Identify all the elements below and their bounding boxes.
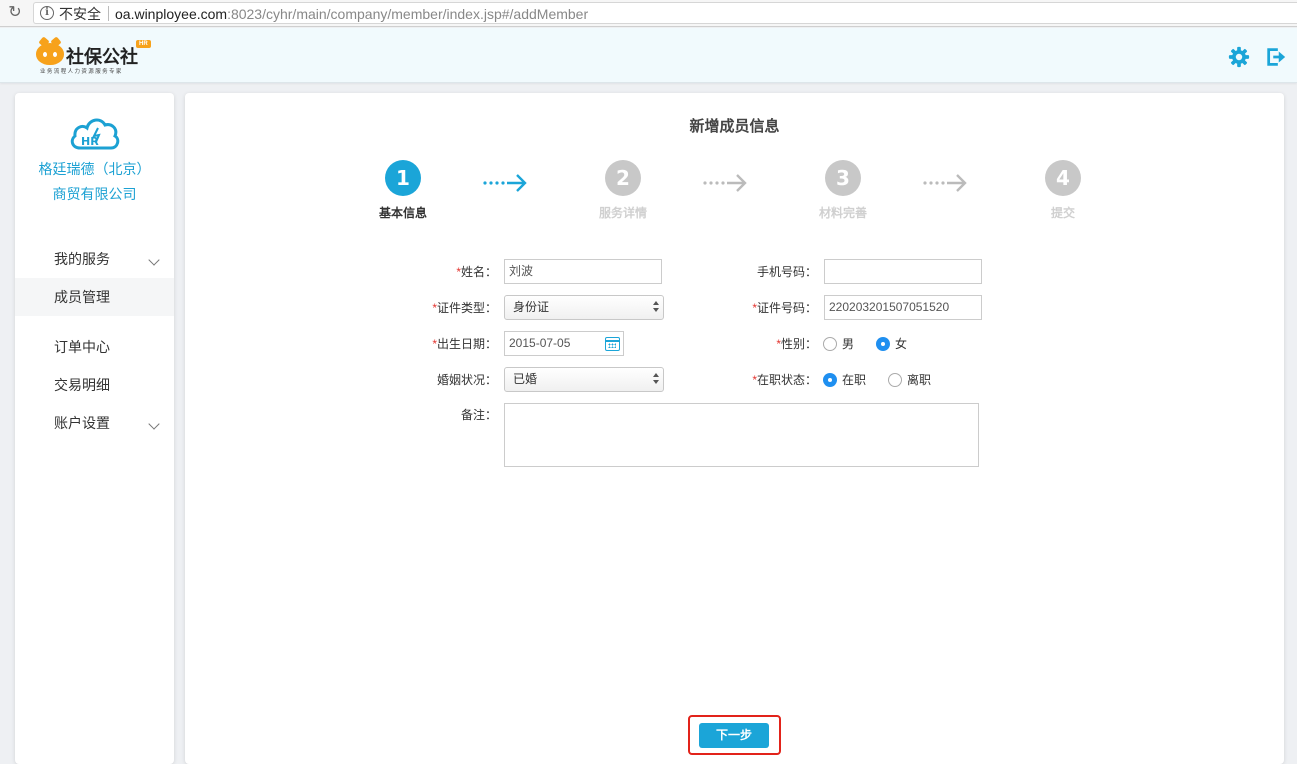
employment-on-radio[interactable]: 在职 (823, 368, 866, 392)
employment-radio-group: 在职 离职 (823, 368, 983, 392)
sidebar-item-member-management[interactable]: 成员管理 (15, 278, 174, 316)
step-arrow-icon (703, 174, 747, 192)
logo-eye-right (53, 52, 57, 57)
id-type-select[interactable]: 身份证 (504, 295, 664, 320)
marital-status-select[interactable]: 已婚 (504, 367, 664, 392)
id-number-label: *证件号码： (752, 301, 817, 315)
hr-cloud-icon: HR (70, 118, 120, 150)
gender-male-radio[interactable]: 男 (823, 332, 854, 356)
radio-button-selected (876, 337, 890, 351)
step-number: 1 (385, 160, 421, 196)
phone-label: 手机号码： (756, 265, 817, 279)
id-type-label: *证件类型： (432, 301, 497, 315)
reload-icon[interactable]: ↻ (6, 3, 24, 23)
sidebar-item-orders[interactable]: 订单中心 (15, 328, 174, 366)
step-arrow-icon (483, 174, 527, 192)
chevron-down-icon (148, 254, 160, 266)
remark-label: 备注： (460, 408, 497, 422)
birth-date-value: 2015-07-05 (509, 336, 571, 350)
radio-label: 在职 (842, 373, 867, 387)
id-type-value: 身份证 (513, 300, 550, 314)
radio-label: 女 (895, 337, 908, 351)
calendar-icon[interactable] (605, 337, 620, 351)
page-title: 新增成员信息 (689, 118, 780, 135)
step-1: 1 基本信息 (353, 160, 453, 221)
sidebar-item-label: 成员管理 (54, 289, 110, 305)
logout-icon[interactable] (1265, 46, 1287, 68)
marital-status-value: 已婚 (513, 372, 538, 386)
radio-label: 离职 (907, 373, 932, 387)
gender-radio-group: 男 女 (823, 332, 983, 356)
employment-off-radio[interactable]: 离职 (888, 368, 931, 392)
company-name: 格廷瑞德（北京）商贸有限公司 (38, 161, 151, 202)
next-button[interactable]: 下一步 (699, 723, 769, 748)
logo-badge: HR (136, 40, 151, 48)
url-separator (108, 6, 109, 21)
main-panel: 新增成员信息 1 基本信息 2 服务详情 3 材料完善 4 提交 *姓名： 刘波… (185, 93, 1284, 764)
gender-female-radio[interactable]: 女 (876, 332, 907, 356)
step-number: 3 (825, 160, 861, 196)
step-3: 3 材料完善 (793, 160, 893, 221)
sidebar: HR 格廷瑞德（北京）商贸有限公司 我的服务 成员管理 订单中心 交易明细 账户… (15, 93, 174, 764)
app-header: 社保公社 HR 业务流程人力资源服务专家 (0, 28, 1297, 83)
select-arrows-icon (653, 373, 659, 386)
sidebar-item-transactions[interactable]: 交易明细 (15, 366, 174, 404)
id-number-input[interactable]: 220203201507051520 (824, 295, 982, 320)
step-number: 4 (1045, 160, 1081, 196)
step-arrow-icon (923, 174, 967, 192)
remark-textarea[interactable] (504, 403, 979, 467)
info-icon[interactable]: i (40, 6, 54, 20)
step-2: 2 服务详情 (573, 160, 673, 221)
sidebar-item-account-settings[interactable]: 账户设置 (15, 404, 174, 442)
step-4: 4 提交 (1013, 160, 1113, 221)
insecure-label: 不安全 (59, 6, 101, 22)
name-input[interactable]: 刘波 (504, 259, 662, 284)
phone-input[interactable] (824, 259, 982, 284)
logo-subtitle: 业务流程人力资源服务专家 (40, 69, 123, 75)
gear-icon[interactable] (1228, 46, 1250, 68)
employment-status-label: *在职状态： (752, 373, 817, 387)
step-label: 服务详情 (598, 206, 647, 220)
url-text[interactable]: oa.winployee.com:8023/cyhr/main/company/… (115, 6, 588, 22)
logo[interactable]: 社保公社 HR 业务流程人力资源服务专家 (36, 39, 166, 75)
step-number: 2 (605, 160, 641, 196)
radio-button-selected (823, 373, 837, 387)
radio-button (888, 373, 902, 387)
logo-mascot-icon (36, 43, 64, 65)
url-host: oa.winployee.com (115, 6, 228, 22)
gender-label: *性别： (776, 337, 817, 351)
chevron-down-icon (148, 418, 160, 430)
radio-button (823, 337, 837, 351)
step-label: 基本信息 (378, 206, 427, 220)
url-field[interactable]: i 不安全 oa.winployee.com:8023/cyhr/main/co… (33, 2, 1297, 24)
step-label: 材料完善 (818, 206, 867, 220)
radio-label: 男 (842, 337, 855, 351)
select-arrows-icon (653, 301, 659, 314)
logo-eye-left (43, 52, 47, 57)
sidebar-item-my-services[interactable]: 我的服务 (15, 240, 174, 278)
sidebar-item-label: 交易明细 (54, 377, 110, 393)
name-label: *姓名： (456, 265, 497, 279)
step-label: 提交 (1050, 206, 1075, 220)
birth-date-input[interactable]: 2015-07-05 (504, 331, 624, 356)
sidebar-item-label: 我的服务 (54, 251, 110, 267)
sidebar-item-label: 订单中心 (54, 339, 110, 355)
browser-address-bar: ↻ i 不安全 oa.winployee.com:8023/cyhr/main/… (0, 0, 1297, 27)
logo-title: 社保公社 (66, 47, 138, 68)
birth-date-label: *出生日期： (432, 337, 497, 351)
url-path: :8023/cyhr/main/company/member/index.jsp… (227, 6, 589, 22)
sidebar-item-label: 账户设置 (54, 415, 110, 431)
marital-status-label: 婚姻状况： (436, 373, 497, 387)
